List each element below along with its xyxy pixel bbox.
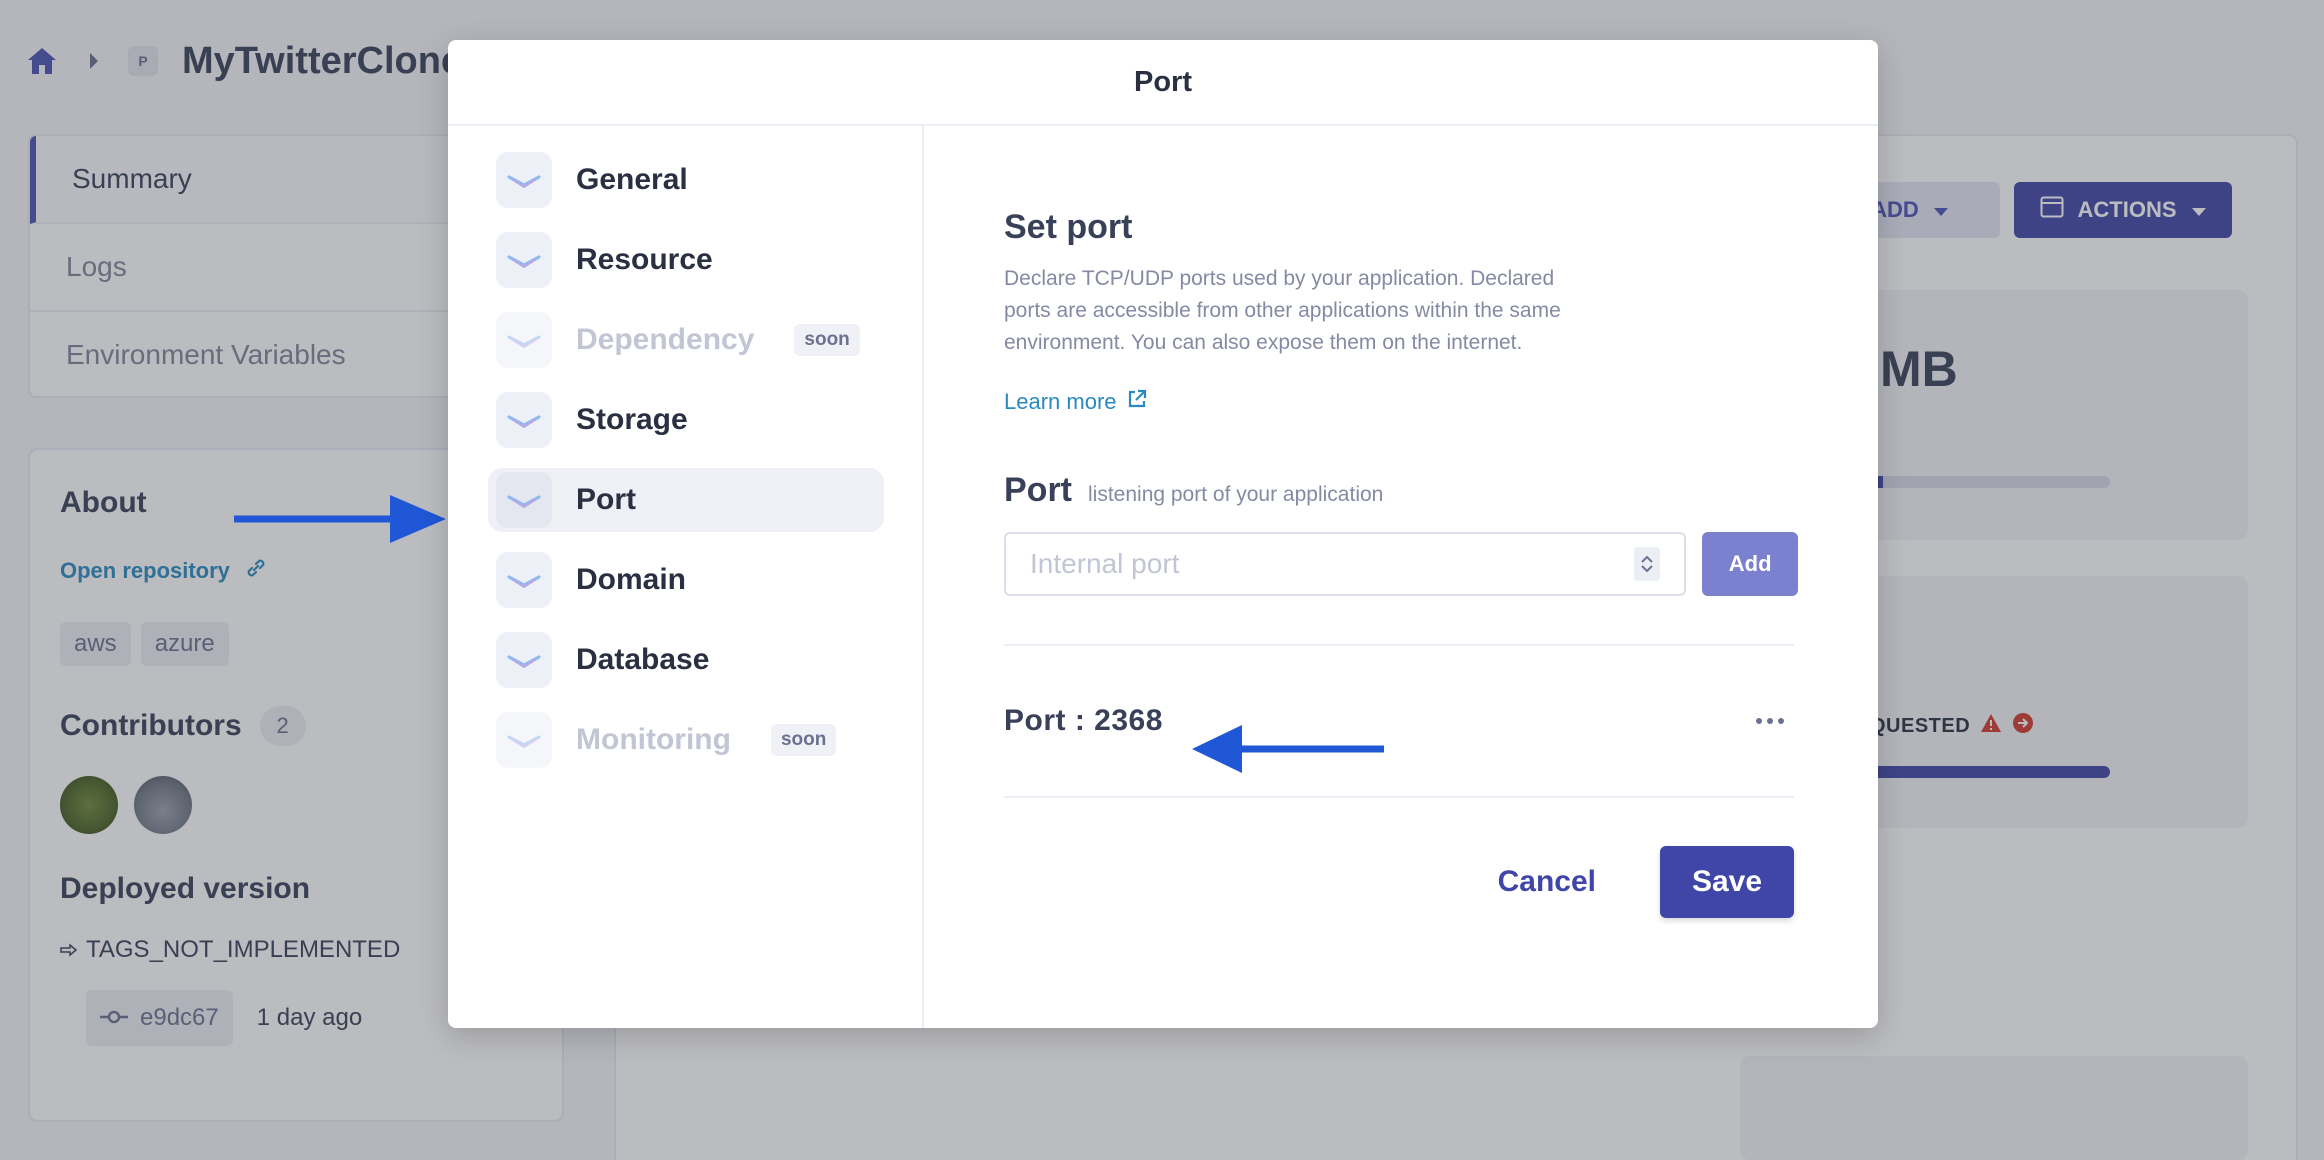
chevron-down-icon [1641, 565, 1653, 573]
nav-item-resource[interactable]: Resource [488, 228, 884, 292]
port-heading-subtitle: listening port of your application [1088, 483, 1384, 506]
nav-item-label: Resource [576, 243, 713, 276]
nav-item-label: Monitoring [576, 723, 731, 756]
soon-badge: soon [770, 724, 837, 756]
layers-icon [496, 632, 552, 688]
port-settings-content: Set port Declare TCP/UDP ports used by y… [1004, 126, 1798, 1028]
nav-item-port[interactable]: Port [488, 468, 884, 532]
nav-item-database[interactable]: Database [488, 628, 884, 692]
layers-icon [496, 712, 552, 768]
port-heading-title: Port [1004, 471, 1072, 509]
settings-nav: General Resource Dependency soon Storage… [448, 126, 924, 1028]
internal-port-field [1004, 532, 1687, 596]
annotation-arrow-icon [1192, 725, 1384, 773]
layers-icon [496, 232, 552, 288]
external-link-icon [1127, 389, 1147, 415]
port-list-item: Port : 2368 [1004, 646, 1794, 796]
nav-item-monitoring: Monitoring soon [488, 708, 884, 772]
nav-item-general[interactable]: General [488, 148, 884, 212]
divider [1004, 796, 1794, 798]
nav-item-label: General [576, 163, 688, 196]
modal-title: Port [448, 40, 1878, 126]
nav-item-label: Database [576, 643, 710, 676]
more-options-icon[interactable] [1750, 701, 1790, 741]
number-stepper[interactable] [1634, 547, 1661, 581]
nav-item-storage[interactable]: Storage [488, 388, 884, 452]
internal-port-input[interactable] [1030, 548, 1590, 580]
annotation-arrow-icon [234, 495, 446, 543]
layers-icon [496, 312, 552, 368]
nav-item-label: Storage [576, 403, 688, 436]
nav-item-domain[interactable]: Domain [488, 548, 884, 612]
modal-footer: Cancel Save [1004, 846, 1794, 918]
port-heading: Port listening port of your application [1004, 471, 1798, 510]
nav-item-label: Dependency [576, 323, 755, 356]
cancel-button[interactable]: Cancel [1498, 865, 1596, 899]
nav-item-label: Port [576, 483, 636, 516]
port-input-row: Add [1004, 532, 1798, 596]
section-description: Declare TCP/UDP ports used by your appli… [1004, 267, 1561, 354]
learn-more-label: Learn more [1004, 389, 1117, 414]
layers-icon [496, 152, 552, 208]
port-entry: Port : 2368 [1004, 704, 1163, 737]
section-title: Set port [1004, 208, 1133, 246]
save-button[interactable]: Save [1660, 846, 1794, 918]
layers-icon [496, 552, 552, 608]
layers-icon [496, 392, 552, 448]
nav-item-dependency: Dependency soon [488, 308, 884, 372]
port-settings-modal: Port General Resource Dependency soon St… [448, 40, 1878, 1028]
chevron-up-icon [1641, 555, 1653, 563]
soon-badge: soon [794, 324, 860, 356]
nav-item-label: Domain [576, 563, 687, 596]
add-port-button[interactable]: Add [1702, 532, 1798, 596]
learn-more-link[interactable]: Learn more [1004, 389, 1798, 415]
layers-icon [496, 472, 552, 528]
